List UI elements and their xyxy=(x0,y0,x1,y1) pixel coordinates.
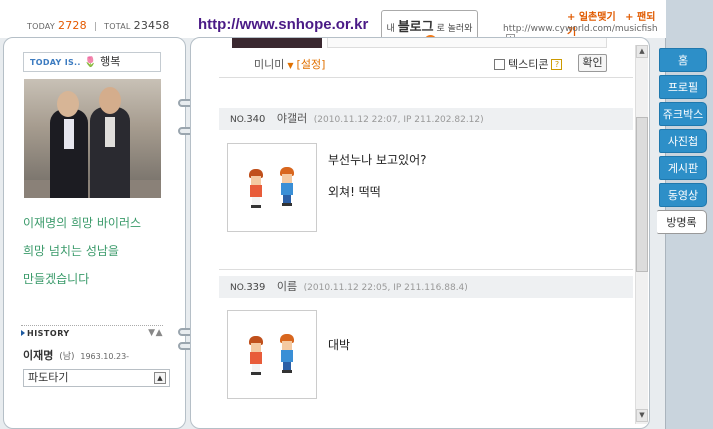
blog-tag-big: 블로그 xyxy=(397,20,434,35)
profile-intro: 이재명의 희망 바이러스 희망 넘치는 성남을 만들겠습니다 xyxy=(23,209,141,293)
wave-select-value: 파도타기 xyxy=(28,371,69,384)
emoticon-option: 텍스티콘? xyxy=(494,56,563,72)
tab-video[interactable]: 동영상 xyxy=(659,183,707,207)
divider xyxy=(219,269,633,270)
ilchon-link[interactable]: + 일촌맺기 xyxy=(567,12,616,23)
minimi-label: 미니미 xyxy=(254,58,285,71)
tab-jukebox[interactable]: 쥬크박스 xyxy=(659,102,707,126)
scroll-down-icon[interactable]: ▼ xyxy=(636,409,648,422)
wave-select[interactable]: 파도타기 ▲ xyxy=(23,369,170,387)
today-count: 2728 xyxy=(58,19,87,32)
history-label: HISTORY xyxy=(27,329,70,338)
dropdown-arrow-icon[interactable]: ▼ xyxy=(287,61,293,70)
emoticon-checkbox[interactable] xyxy=(494,59,505,70)
tab-home[interactable]: 홈 xyxy=(659,48,707,72)
scroll-thumb[interactable] xyxy=(636,117,648,272)
settings-link[interactable]: [설정] xyxy=(297,58,326,71)
site-url[interactable]: http://www.snhope.or.kr xyxy=(198,16,368,33)
visit-counter: TODAY 2728 | TOTAL 23458 xyxy=(27,19,170,32)
entry-meta: (2010.11.12 22:05, IP 211.116.88.4) xyxy=(303,283,468,293)
blog-tag-tail: 로 놀러와 xyxy=(436,24,473,34)
help-icon[interactable]: ? xyxy=(551,59,563,70)
chevron-up-icon[interactable]: ▲ xyxy=(154,372,166,384)
entry-header: NO.340 야갤러 (2010.11.12 22:07, IP 211.202… xyxy=(219,108,633,130)
entry-content: 대박 xyxy=(328,331,350,359)
minimi-avatar[interactable] xyxy=(227,143,317,232)
profile-name: 이재명 (남) 1963.10.23- xyxy=(23,347,129,363)
profile-panel: TODAY IS.. 🌷 행복 이재명의 희망 바이러스 희망 넘치는 성남을 … xyxy=(3,37,186,429)
owner-name: 이재명 xyxy=(23,349,54,362)
entry-line: 대박 xyxy=(328,338,351,352)
triangle-right-icon xyxy=(21,330,25,336)
flower-icon: 🌷 xyxy=(84,57,97,68)
counter-separator: | xyxy=(93,22,98,32)
entry-no-label: NO. xyxy=(230,115,247,125)
entry-author[interactable]: 야갤러 xyxy=(277,112,307,125)
intro-line: 만들겠습니다 xyxy=(23,272,90,286)
owner-birthday: 1963.10.23- xyxy=(80,352,130,361)
entry-line: 부선누나 보고있어? xyxy=(328,153,427,167)
intro-line: 희망 넘치는 성남을 xyxy=(23,244,119,258)
mood-label: 행복 xyxy=(100,55,121,68)
blog-invite-tag[interactable]: 내 블로그 로 놀러와 xyxy=(381,10,478,48)
entry-number: 340 xyxy=(246,114,266,125)
minimi-avatar[interactable] xyxy=(227,310,317,399)
entry-no-label: NO. xyxy=(230,283,247,293)
entry-header: NO.339 이름 (2010.11.12 22:05, IP 211.116.… xyxy=(219,276,633,298)
total-label: TOTAL xyxy=(104,22,131,31)
top-bar: TODAY 2728 | TOTAL 23458 http://www.snho… xyxy=(0,0,666,48)
owner-sex: (남) xyxy=(59,352,75,362)
scrollbar[interactable]: ▲ ▼ xyxy=(635,45,648,424)
entry-meta: (2010.11.12 22:07, IP 211.202.82.12) xyxy=(313,115,484,125)
guestbook-panel: 미니미 ▼ [설정] 텍스티콘? 확인 NO.340 야갤러 (2010.11.12… xyxy=(190,37,650,429)
today-is-label: TODAY IS.. xyxy=(30,58,81,67)
entry-number: 339 xyxy=(246,282,266,293)
tab-guestbook[interactable]: 방명록 xyxy=(657,210,707,234)
today-is-box: TODAY IS.. 🌷 행복 xyxy=(23,52,161,72)
tab-board[interactable]: 게시판 xyxy=(659,156,707,180)
history-header[interactable]: HISTORY ▼▲ xyxy=(21,325,163,338)
blog-tag-small: 내 xyxy=(386,24,395,34)
emoticon-label: 텍스티콘 xyxy=(508,58,549,71)
expand-arrows-icon[interactable]: ▼▲ xyxy=(148,328,163,338)
minimi-preview xyxy=(232,38,322,48)
confirm-button[interactable]: 확인 xyxy=(578,54,607,72)
total-count: 23458 xyxy=(133,19,170,32)
cyworld-url-text[interactable]: http://www.cyworld.com/musicfish xyxy=(503,24,658,34)
entry-line: 외쳐! 떡떡 xyxy=(328,185,381,199)
menu-tabs: 홈 프로필 쥬크박스 사진첩 게시판 동영상 방명록 xyxy=(657,48,709,237)
entry-content: 부선누나 보고있어? 외쳐! 떡떡 xyxy=(328,146,427,206)
intro-line: 이재명의 희망 바이러스 xyxy=(23,216,142,230)
today-label: TODAY xyxy=(27,22,55,31)
write-box[interactable] xyxy=(327,38,607,48)
profile-photo xyxy=(24,79,161,198)
tab-profile[interactable]: 프로필 xyxy=(659,75,707,99)
minimi-toolbar: 미니미 ▼ [설정] xyxy=(254,56,325,72)
entry-author[interactable]: 이름 xyxy=(277,280,297,293)
tab-photo[interactable]: 사진첩 xyxy=(659,129,707,153)
divider xyxy=(219,77,633,78)
scroll-up-icon[interactable]: ▲ xyxy=(636,45,648,58)
